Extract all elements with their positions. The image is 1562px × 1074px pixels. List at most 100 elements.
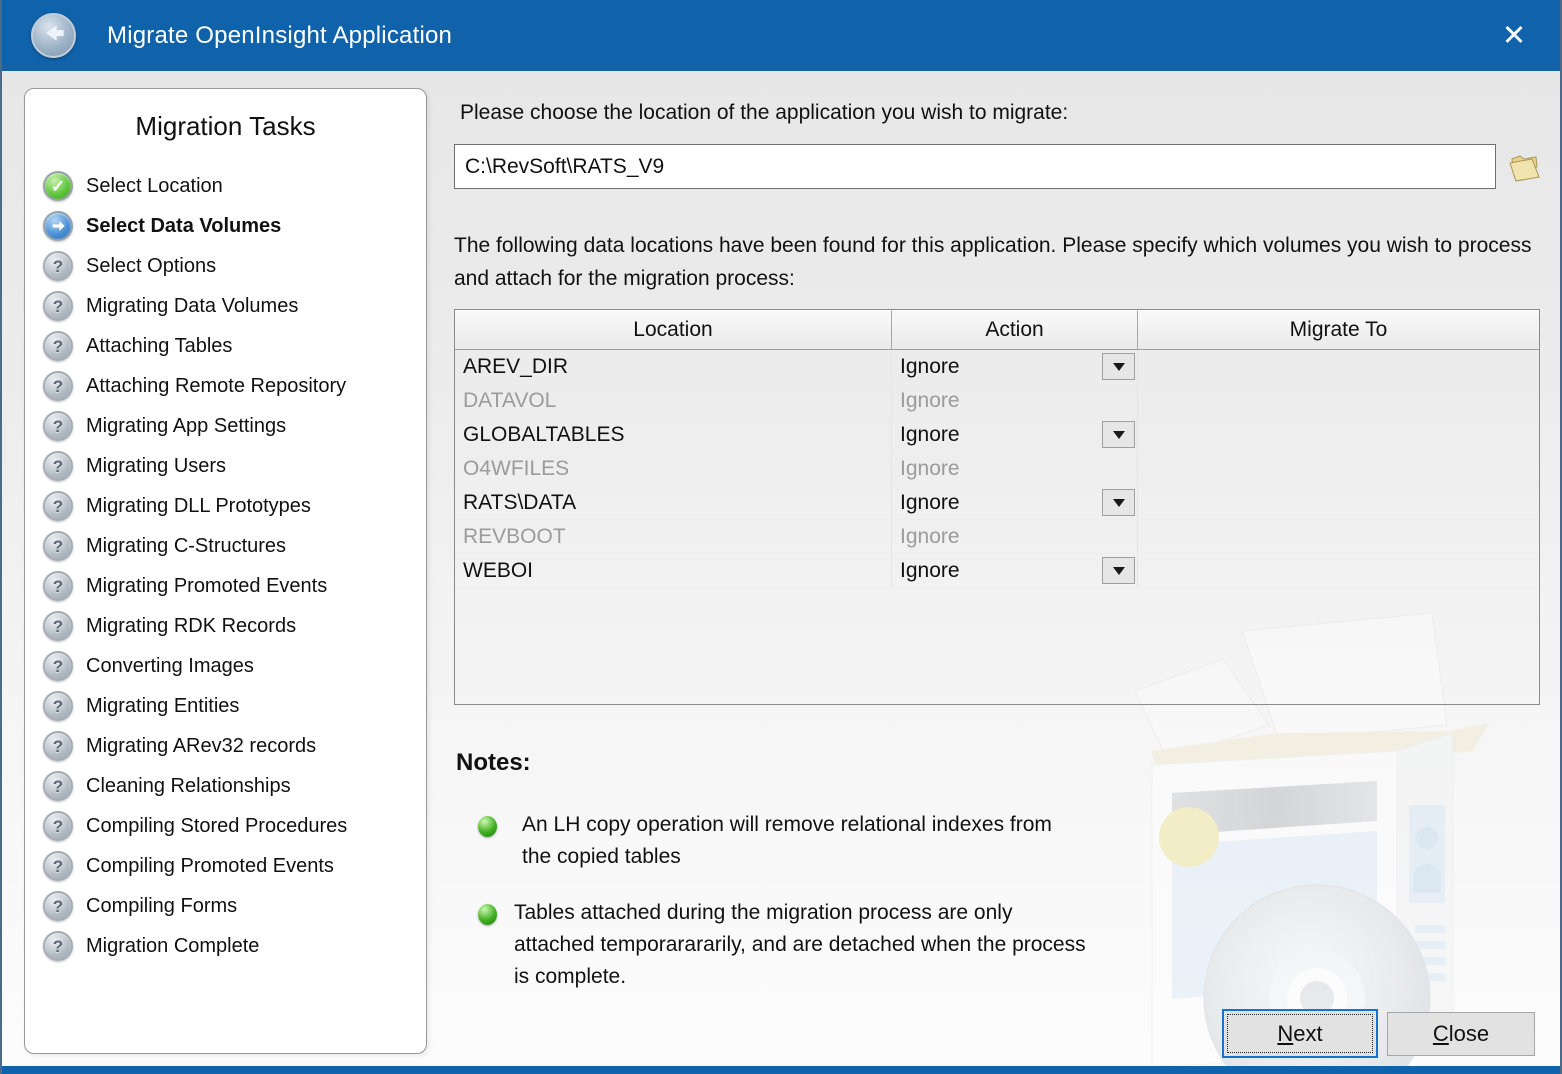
back-arrow-icon (40, 19, 68, 52)
task-migrating-data-volumes: ? Migrating Data Volumes (43, 286, 426, 326)
location-cell: WEBOI (455, 554, 892, 587)
action-cell: Ignore (892, 554, 1138, 587)
task-migration-complete: ? Migration Complete (43, 926, 426, 966)
action-cell: Ignore (892, 418, 1138, 451)
question-icon: ? (43, 251, 73, 281)
migrate-openinsight-window: Migrate OpenInsight Application ✕ Migrat… (0, 0, 1562, 1074)
data-locations-table: Location Action Migrate To AREV_DIR Igno… (454, 309, 1540, 705)
close-button[interactable]: Close (1387, 1012, 1535, 1056)
question-icon: ? (43, 571, 73, 601)
action-cell: Ignore (892, 520, 1138, 553)
migration-tasks-panel: Migration Tasks ✓ Select Location Select… (24, 88, 427, 1054)
location-input[interactable] (454, 144, 1496, 189)
table-header: Location Action Migrate To (455, 310, 1539, 350)
check-icon: ✓ (43, 171, 73, 201)
chevron-down-icon (1112, 498, 1125, 507)
question-icon: ? (43, 771, 73, 801)
task-migrating-entities: ? Migrating Entities (43, 686, 426, 726)
task-select-data-volumes: Select Data Volumes (43, 206, 426, 246)
task-migrating-app-settings: ? Migrating App Settings (43, 406, 426, 446)
title-bar: Migrate OpenInsight Application ✕ (2, 0, 1560, 71)
task-migrating-users: ? Migrating Users (43, 446, 426, 486)
window-bottom-border (2, 1066, 1560, 1074)
action-cell: Ignore (892, 384, 1138, 417)
chevron-down-icon (1112, 430, 1125, 439)
location-label: Please choose the location of the applic… (460, 101, 1069, 124)
table-row: O4WFILES Ignore (455, 452, 1539, 486)
question-icon: ? (43, 531, 73, 561)
question-icon: ? (43, 451, 73, 481)
task-migrating-dll-prototypes: ? Migrating DLL Prototypes (43, 486, 426, 526)
task-migrating-rdk-records: ? Migrating RDK Records (43, 606, 426, 646)
task-cleaning-relationships: ? Cleaning Relationships (43, 766, 426, 806)
migrate-to-cell (1138, 452, 1539, 485)
action-cell: Ignore (892, 452, 1138, 485)
folder-icon (1509, 155, 1540, 182)
question-icon: ? (43, 851, 73, 881)
question-icon: ? (43, 691, 73, 721)
question-icon: ? (43, 651, 73, 681)
location-cell: GLOBALTABLES (455, 418, 892, 451)
task-migrating-arev32-records: ? Migrating ARev32 records (43, 726, 426, 766)
table-row: REVBOOT Ignore (455, 520, 1539, 554)
migrate-to-cell (1138, 350, 1539, 383)
back-button[interactable] (31, 13, 76, 58)
task-select-location: ✓ Select Location (43, 166, 426, 206)
task-compiling-promoted-events: ? Compiling Promoted Events (43, 846, 426, 886)
location-cell: RATS\DATA (455, 486, 892, 519)
question-icon: ? (43, 611, 73, 641)
location-cell: AREV_DIR (455, 350, 892, 383)
question-icon: ? (43, 291, 73, 321)
task-attaching-remote-repository: ? Attaching Remote Repository (43, 366, 426, 406)
dialog-content: Migration Tasks ✓ Select Location Select… (2, 71, 1560, 1066)
action-dropdown-button[interactable] (1102, 353, 1135, 380)
notes-heading: Notes: (456, 749, 531, 776)
task-converting-images: ? Converting Images (43, 646, 426, 686)
migrate-to-cell (1138, 520, 1539, 553)
task-attaching-tables: ? Attaching Tables (43, 326, 426, 366)
column-header-location: Location (455, 310, 892, 349)
main-panel: Please choose the location of the applic… (454, 71, 1540, 1066)
migrate-to-cell (1138, 384, 1539, 417)
table-row[interactable]: RATS\DATA Ignore (455, 486, 1539, 520)
action-dropdown-button[interactable] (1102, 557, 1135, 584)
action-dropdown-button[interactable] (1102, 489, 1135, 516)
note-item: An LH copy operation will remove relatio… (522, 813, 1052, 868)
next-button[interactable]: Next (1222, 1009, 1378, 1058)
question-icon: ? (43, 331, 73, 361)
action-dropdown-button[interactable] (1102, 421, 1135, 448)
chevron-down-icon (1112, 566, 1125, 575)
location-cell: O4WFILES (455, 452, 892, 485)
bullet-orb-icon (478, 816, 497, 837)
question-icon: ? (43, 811, 73, 841)
task-list: ✓ Select Location Select Data Volumes ? … (25, 166, 426, 966)
action-cell: Ignore (892, 350, 1138, 383)
question-icon: ? (43, 491, 73, 521)
task-migrating-c-structures: ? Migrating C-Structures (43, 526, 426, 566)
migrate-to-cell (1138, 554, 1539, 587)
table-row[interactable]: AREV_DIR Ignore (455, 350, 1539, 384)
migrate-to-cell (1138, 418, 1539, 451)
task-compiling-stored-procedures: ? Compiling Stored Procedures (43, 806, 426, 846)
instructions-text: The following data locations have been f… (454, 234, 1532, 290)
bullet-orb-icon (478, 904, 497, 925)
table-row[interactable]: WEBOI Ignore (455, 554, 1539, 588)
note-item: Tables attached during the migration pro… (514, 901, 1086, 988)
action-cell: Ignore (892, 486, 1138, 519)
close-icon[interactable]: ✕ (1496, 18, 1532, 54)
browse-folder-button[interactable] (1506, 147, 1542, 185)
location-cell: DATAVOL (455, 384, 892, 417)
question-icon: ? (43, 891, 73, 921)
location-cell: REVBOOT (455, 520, 892, 553)
column-header-migrate-to: Migrate To (1138, 310, 1539, 349)
arrow-right-icon (43, 211, 73, 241)
table-row[interactable]: GLOBALTABLES Ignore (455, 418, 1539, 452)
migrate-to-cell (1138, 486, 1539, 519)
question-icon: ? (43, 731, 73, 761)
task-compiling-forms: ? Compiling Forms (43, 886, 426, 926)
question-icon: ? (43, 371, 73, 401)
question-icon: ? (43, 931, 73, 961)
window-title: Migrate OpenInsight Application (107, 21, 453, 49)
migration-tasks-heading: Migration Tasks (135, 111, 316, 141)
task-migrating-promoted-events: ? Migrating Promoted Events (43, 566, 426, 606)
